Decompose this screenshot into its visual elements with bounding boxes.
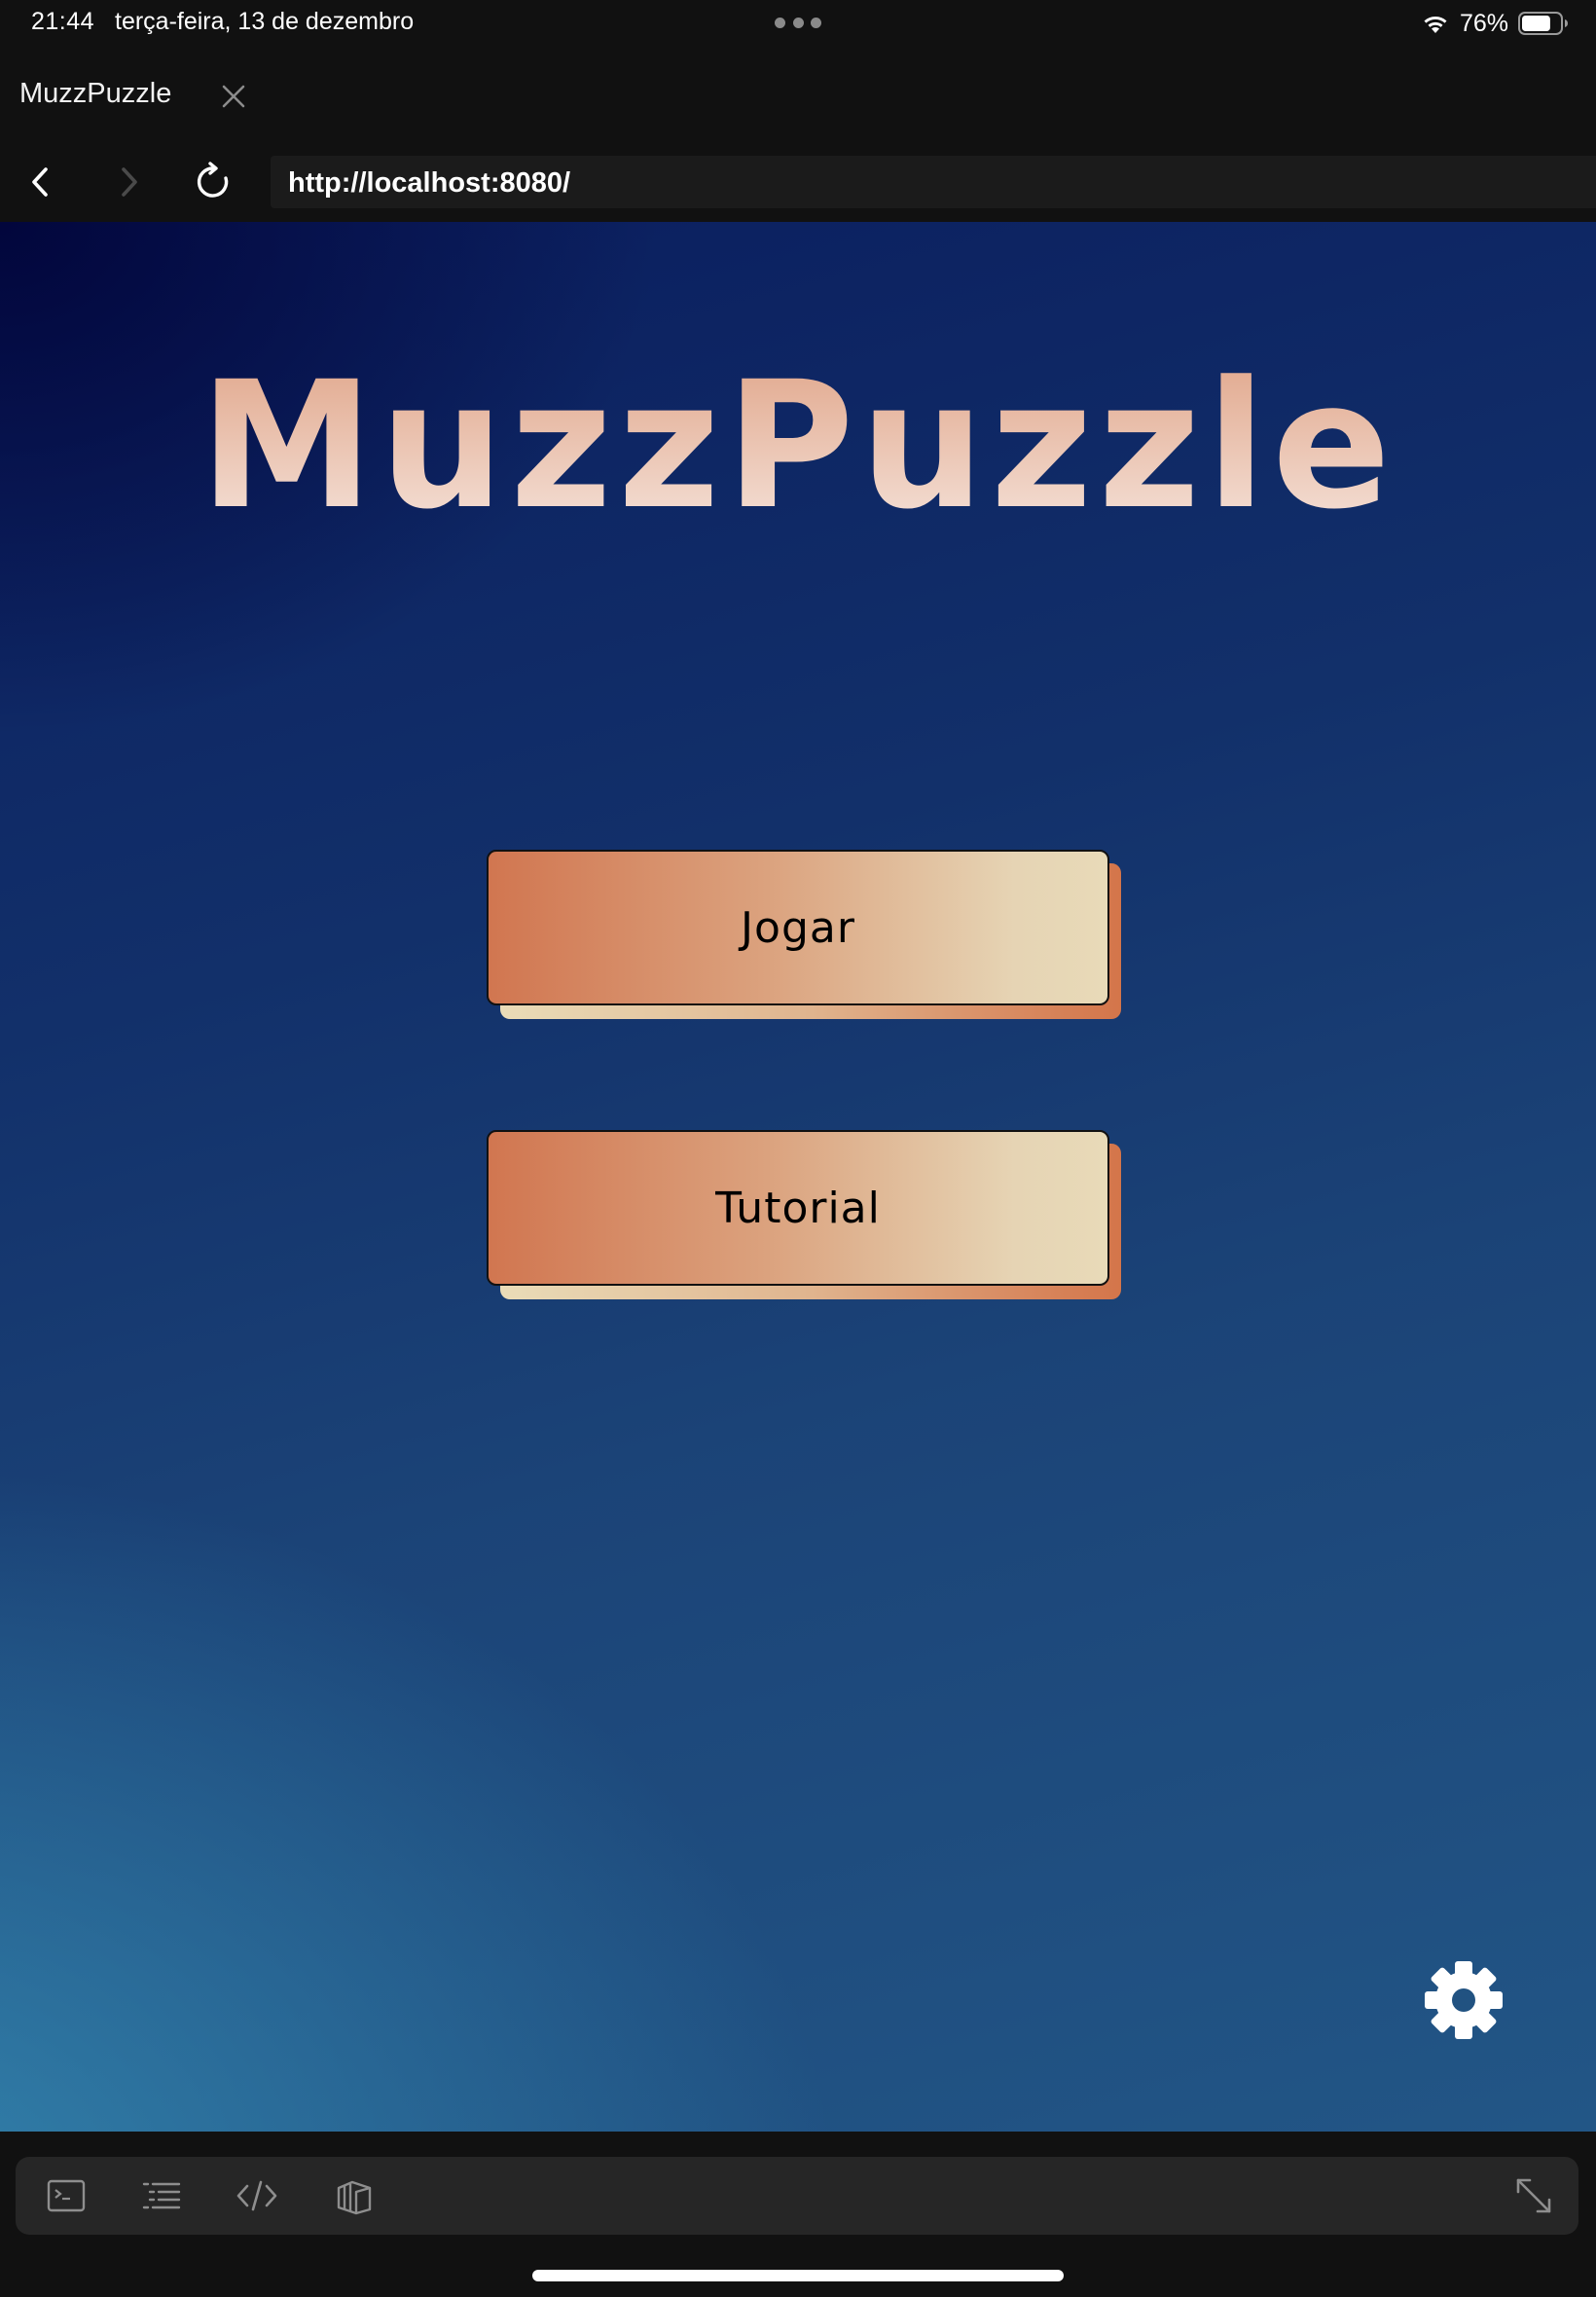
wifi-icon [1424, 17, 1447, 33]
game-title-label: MuzzPuzzle [200, 348, 1396, 543]
expand-icon[interactable] [1512, 2174, 1555, 2217]
status-date: terça-feira, 13 de dezembro [115, 8, 415, 35]
status-right: 76% [1421, 8, 1569, 39]
reload-icon[interactable] [191, 160, 236, 204]
tab-title[interactable]: MuzzPuzzle [19, 78, 171, 110]
back-icon[interactable] [18, 160, 63, 204]
tutorial-button[interactable]: Tutorial [487, 1130, 1121, 1299]
play-button-label: Jogar [741, 902, 855, 953]
battery-percent: 76% [1459, 9, 1508, 37]
forward-icon[interactable] [106, 160, 151, 204]
home-indicator[interactable] [532, 2270, 1064, 2281]
status-bar: 21:44 terça-feira, 13 de dezembro 76% [0, 0, 1596, 49]
layers-icon[interactable] [333, 2174, 376, 2217]
play-button-face[interactable]: Jogar [487, 850, 1109, 1005]
address-bar-row: http://localhost:8080/ [0, 142, 1596, 222]
game-title: MuzzPuzzle [0, 348, 1596, 543]
status-time: 21:44 [31, 8, 95, 35]
dev-toolbar [16, 2157, 1578, 2235]
battery-icon [1518, 12, 1568, 35]
browser-tab-bar: MuzzPuzzle [0, 49, 1596, 142]
web-viewport: MuzzPuzzle Jogar Tutorial [0, 222, 1596, 2132]
url-text: http://localhost:8080/ [288, 167, 571, 199]
list-icon[interactable] [140, 2174, 183, 2217]
tutorial-button-label: Tutorial [715, 1183, 881, 1233]
play-button[interactable]: Jogar [487, 850, 1121, 1019]
multitasking-dots-icon[interactable] [775, 18, 821, 29]
gear-icon[interactable] [1424, 1960, 1504, 2040]
bottom-area [0, 2132, 1596, 2297]
game-title-text: MuzzPuzzle [200, 348, 1396, 543]
close-icon[interactable] [216, 79, 251, 114]
url-field[interactable]: http://localhost:8080/ [271, 156, 1596, 208]
tutorial-button-face[interactable]: Tutorial [487, 1130, 1109, 1286]
code-icon[interactable] [236, 2174, 278, 2217]
console-icon[interactable] [45, 2174, 88, 2217]
